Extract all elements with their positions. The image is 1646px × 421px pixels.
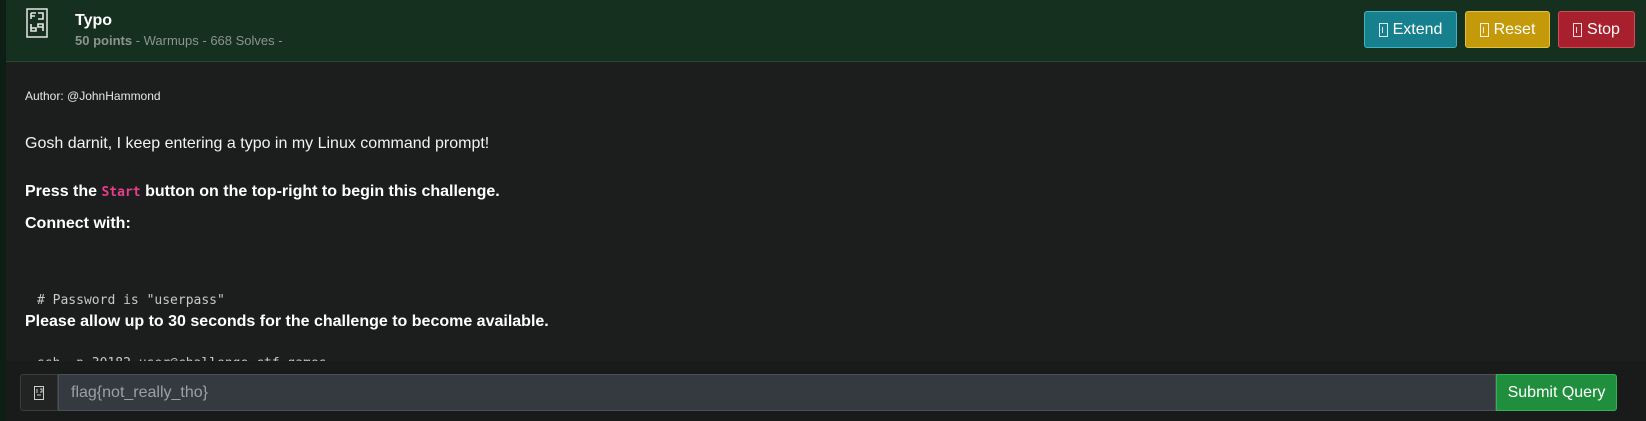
extend-button-label: Extend (1392, 20, 1443, 38)
flag-input[interactable] (58, 374, 1496, 411)
challenge-description: Gosh darnit, I keep entering a typo in m… (25, 135, 490, 152)
challenge-points: 50 points (75, 33, 133, 48)
code-line-password: # Password is "userpass" (37, 293, 225, 308)
availability-note: Please allow up to 30 seconds for the ch… (25, 313, 549, 330)
challenge-author: Author: @JohnHammond (25, 89, 161, 103)
flag-submit-form: Submit Query (20, 374, 1617, 411)
connect-label: Connect with: (25, 215, 131, 232)
flag-logo-icon (26, 8, 48, 38)
reset-button[interactable]: Reset (1465, 11, 1550, 48)
stop-button-label: Stop (1587, 20, 1620, 38)
challenge-card: Typo 50 points - Warmups - 668 Solves - … (6, 0, 1646, 421)
challenge-title: Typo (75, 12, 113, 29)
extend-button[interactable]: Extend (1364, 11, 1457, 48)
start-instructions-prefix: Press the (25, 183, 102, 200)
flag-icon (34, 385, 44, 400)
reset-button-label: Reset (1493, 20, 1536, 38)
submit-flag-button[interactable]: Submit Query (1496, 374, 1617, 411)
clock-icon (1378, 22, 1388, 37)
reset-icon (1479, 22, 1489, 37)
challenge-meta: 50 points - Warmups - 668 Solves - (75, 33, 283, 48)
start-inline-code: Start (101, 185, 141, 200)
start-instructions: Press the Start button on the top-right … (25, 183, 500, 201)
start-instructions-suffix: button on the top-right to begin this ch… (140, 183, 500, 200)
challenge-header: Typo 50 points - Warmups - 668 Solves - … (6, 0, 1646, 62)
stop-icon (1573, 22, 1583, 37)
challenge-meta-rest: - Warmups - 668 Solves - (132, 33, 283, 48)
flag-input-prefix (20, 374, 58, 411)
stop-button[interactable]: Stop (1558, 11, 1635, 48)
